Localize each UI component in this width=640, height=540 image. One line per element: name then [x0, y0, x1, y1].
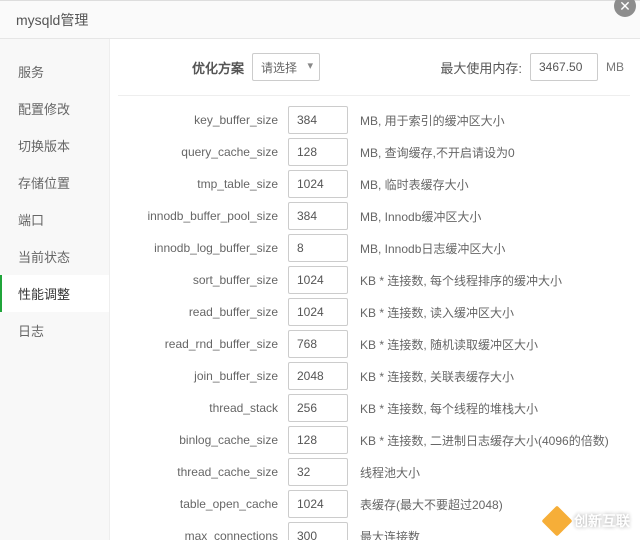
param-label: join_buffer_size	[118, 369, 288, 383]
sidebar-item-4[interactable]: 端口	[0, 201, 109, 238]
sidebar-item-0[interactable]: 服务	[0, 53, 109, 90]
param-label: binlog_cache_size	[118, 433, 288, 447]
param-input-max_connections[interactable]	[288, 522, 348, 540]
param-desc: KB * 连接数, 读入缓冲区大小	[360, 304, 514, 321]
param-row: key_buffer_size MB, 用于索引的缓冲区大小	[118, 104, 630, 136]
watermark: 创新互联	[546, 510, 630, 532]
param-input-thread_stack[interactable]	[288, 394, 348, 422]
param-row: binlog_cache_size KB * 连接数, 二进制日志缓存大小(409…	[118, 424, 630, 456]
param-label: max_connections	[118, 529, 288, 540]
param-row: innodb_buffer_pool_size MB, Innodb缓冲区大小	[118, 200, 630, 232]
param-desc: KB * 连接数, 关联表缓存大小	[360, 368, 514, 385]
sidebar-item-2[interactable]: 切换版本	[0, 127, 109, 164]
param-input-sort_buffer_size[interactable]	[288, 266, 348, 294]
sidebar-item-5[interactable]: 当前状态	[0, 238, 109, 275]
param-label: innodb_log_buffer_size	[118, 241, 288, 255]
sidebar-item-3[interactable]: 存储位置	[0, 164, 109, 201]
param-input-read_rnd_buffer_size[interactable]	[288, 330, 348, 358]
param-desc: MB, Innodb缓冲区大小	[360, 208, 481, 225]
param-input-key_buffer_size[interactable]	[288, 106, 348, 134]
window-title: mysqld管理	[16, 10, 88, 30]
param-desc: KB * 连接数, 每个线程的堆栈大小	[360, 400, 538, 417]
watermark-icon	[541, 505, 572, 536]
param-desc: KB * 连接数, 二进制日志缓存大小(4096的倍数)	[360, 432, 609, 449]
param-input-table_open_cache[interactable]	[288, 490, 348, 518]
param-label: thread_cache_size	[118, 465, 288, 479]
plan-select-value: 请选择	[261, 59, 297, 76]
param-desc: 最大连接数	[360, 528, 420, 540]
sidebar-item-7[interactable]: 日志	[0, 312, 109, 349]
param-row: query_cache_size MB, 查询缓存,不开启请设为0	[118, 136, 630, 168]
param-input-innodb_log_buffer_size[interactable]	[288, 234, 348, 262]
param-row: join_buffer_size KB * 连接数, 关联表缓存大小	[118, 360, 630, 392]
param-desc: MB, 临时表缓存大小	[360, 176, 469, 193]
sidebar: 服务配置修改切换版本存储位置端口当前状态性能调整日志	[0, 39, 110, 540]
param-label: thread_stack	[118, 401, 288, 415]
param-label: sort_buffer_size	[118, 273, 288, 287]
max-memory-label: 最大使用内存:	[440, 58, 522, 77]
sidebar-item-1[interactable]: 配置修改	[0, 90, 109, 127]
param-row: thread_cache_size 线程池大小	[118, 456, 630, 488]
param-desc: 表缓存(最大不要超过2048)	[360, 496, 503, 513]
title-bar: mysqld管理 ✕	[0, 1, 640, 39]
top-row: 优化方案 请选择 最大使用内存: MB	[118, 53, 630, 96]
param-desc: MB, Innodb日志缓冲区大小	[360, 240, 505, 257]
max-memory-unit: MB	[606, 60, 624, 74]
param-desc: MB, 用于索引的缓冲区大小	[360, 112, 505, 129]
param-input-binlog_cache_size[interactable]	[288, 426, 348, 454]
param-input-join_buffer_size[interactable]	[288, 362, 348, 390]
mysqld-window: mysqld管理 ✕ 服务配置修改切换版本存储位置端口当前状态性能调整日志 优化…	[0, 0, 640, 540]
param-label: innodb_buffer_pool_size	[118, 209, 288, 223]
param-desc: KB * 连接数, 随机读取缓冲区大小	[360, 336, 538, 353]
param-row: tmp_table_size MB, 临时表缓存大小	[118, 168, 630, 200]
watermark-text: 创新互联	[574, 511, 630, 531]
param-desc: MB, 查询缓存,不开启请设为0	[360, 144, 515, 161]
max-memory-input[interactable]	[530, 53, 598, 81]
param-row: sort_buffer_size KB * 连接数, 每个线程排序的缓冲大小	[118, 264, 630, 296]
close-icon: ✕	[619, 0, 631, 15]
param-label: table_open_cache	[118, 497, 288, 511]
plan-select[interactable]: 请选择	[252, 53, 320, 81]
param-label: read_rnd_buffer_size	[118, 337, 288, 351]
param-label: read_buffer_size	[118, 305, 288, 319]
param-row: read_rnd_buffer_size KB * 连接数, 随机读取缓冲区大小	[118, 328, 630, 360]
param-input-tmp_table_size[interactable]	[288, 170, 348, 198]
param-label: query_cache_size	[118, 145, 288, 159]
param-list: key_buffer_size MB, 用于索引的缓冲区大小 query_cache…	[118, 96, 630, 540]
param-input-query_cache_size[interactable]	[288, 138, 348, 166]
param-row: innodb_log_buffer_size MB, Innodb日志缓冲区大小	[118, 232, 630, 264]
param-desc: 线程池大小	[360, 464, 420, 481]
param-input-read_buffer_size[interactable]	[288, 298, 348, 326]
param-row: thread_stack KB * 连接数, 每个线程的堆栈大小	[118, 392, 630, 424]
param-input-innodb_buffer_pool_size[interactable]	[288, 202, 348, 230]
main-panel: 优化方案 请选择 最大使用内存: MB key_buffer_size MB, 用…	[110, 39, 640, 540]
window-body: 服务配置修改切换版本存储位置端口当前状态性能调整日志 优化方案 请选择 最大使用…	[0, 39, 640, 540]
param-label: tmp_table_size	[118, 177, 288, 191]
param-row: read_buffer_size KB * 连接数, 读入缓冲区大小	[118, 296, 630, 328]
param-desc: KB * 连接数, 每个线程排序的缓冲大小	[360, 272, 562, 289]
param-input-thread_cache_size[interactable]	[288, 458, 348, 486]
param-label: key_buffer_size	[118, 113, 288, 127]
close-button[interactable]: ✕	[614, 0, 636, 17]
sidebar-item-6[interactable]: 性能调整	[0, 275, 109, 312]
plan-label: 优化方案	[192, 58, 244, 77]
